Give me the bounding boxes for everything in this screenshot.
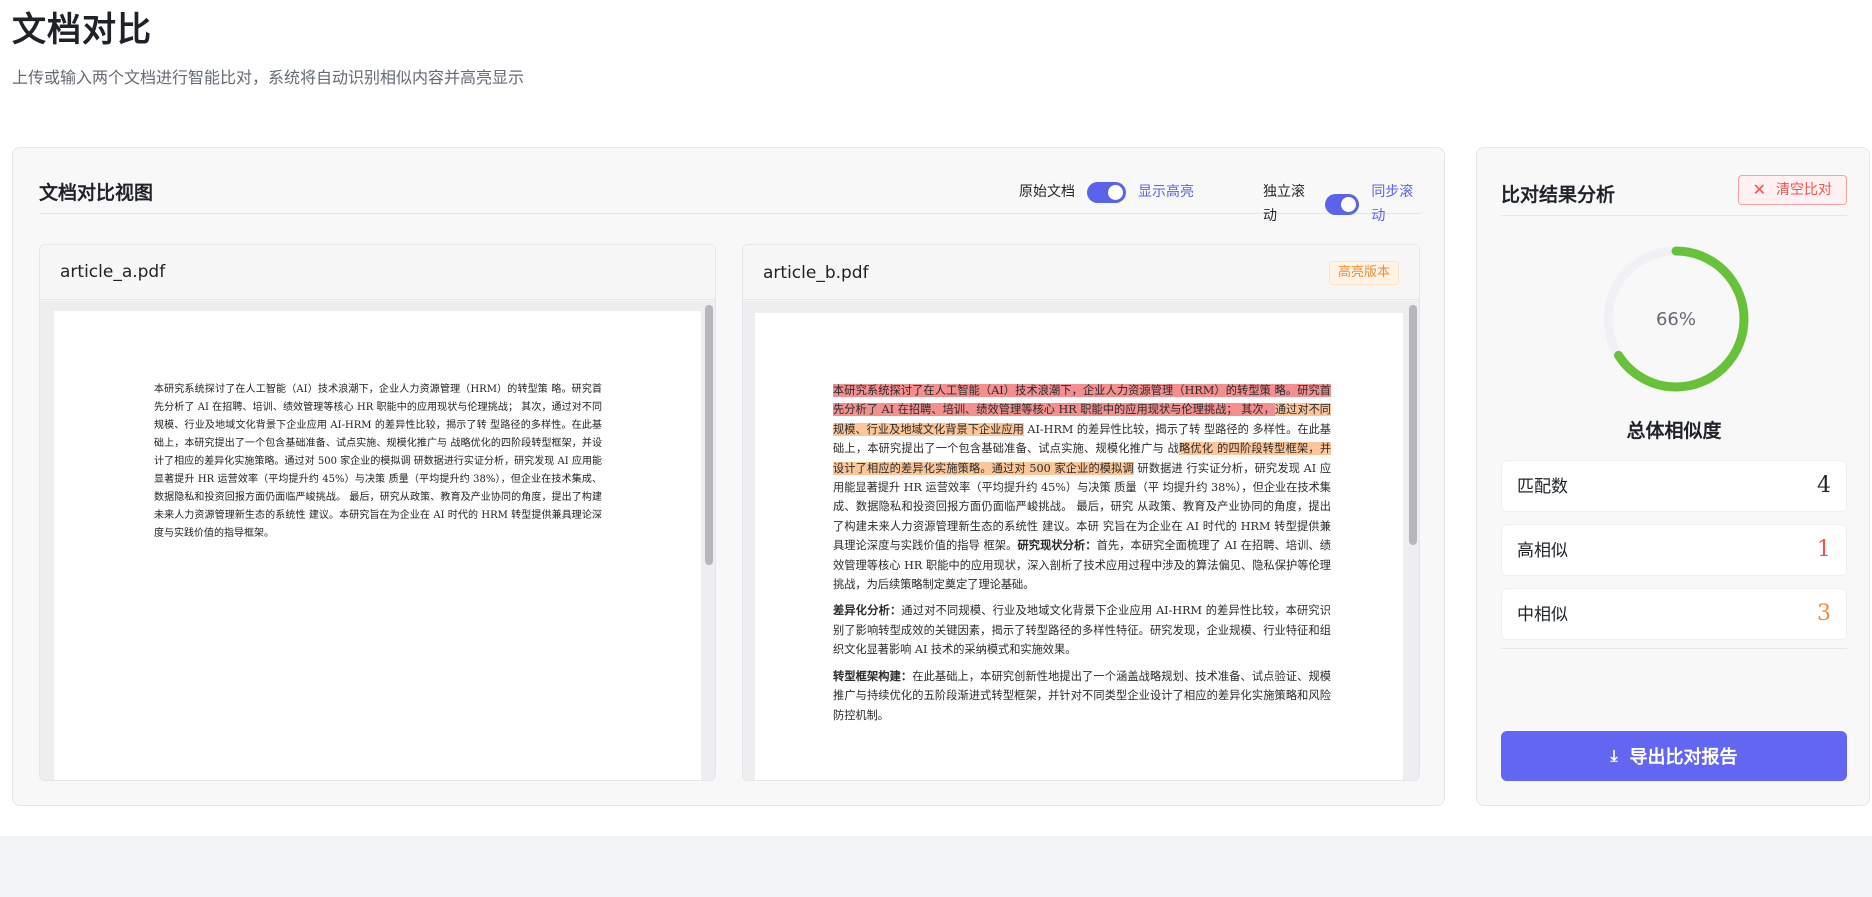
document-b-page: 本研究系统探讨了在人工智能（AI）技术浪潮下，企业人力资源管理（HRM）的转型策… bbox=[755, 313, 1403, 780]
stat-row-matches: 匹配数 4 bbox=[1501, 460, 1847, 512]
stat-label: 中相似 bbox=[1517, 605, 1568, 625]
switch-knob bbox=[1341, 196, 1357, 212]
similarity-gauge: 66% bbox=[1601, 244, 1751, 394]
independent-scroll-label: 独立滚动 bbox=[1263, 184, 1305, 224]
stat-value: 3 bbox=[1817, 601, 1831, 626]
highlight-switch[interactable] bbox=[1087, 181, 1126, 203]
stat-label: 匹配数 bbox=[1517, 477, 1568, 497]
clear-compare-button[interactable]: ✕ 清空比对 bbox=[1737, 175, 1847, 205]
section-heading: 研究现状分析： bbox=[1017, 538, 1097, 553]
show-highlight-label: 显示高亮 bbox=[1138, 184, 1194, 200]
section-heading: 差异化分析： bbox=[833, 603, 902, 618]
document-a-scrollbar[interactable] bbox=[705, 305, 713, 565]
highlight-toggle-group: 原始文档 显示高亮 bbox=[1019, 180, 1194, 204]
stat-row-medium-similarity: 中相似 3 bbox=[1501, 588, 1847, 640]
clear-compare-label: 清空比对 bbox=[1776, 182, 1832, 198]
compare-view-header: 文档对比视图 原始文档 显示高亮 独立滚动 同步滚动 bbox=[39, 178, 1421, 224]
plain-text: 通过对不同规模、行业及地域文化背景下企业应用 AI-HRM 的差异性比较，本研究… bbox=[833, 604, 1331, 657]
original-doc-label: 原始文档 bbox=[1019, 184, 1075, 200]
document-b-viewer[interactable]: 本研究系统探讨了在人工智能（AI）技术浪潮下，企业人力资源管理（HRM）的转型策… bbox=[743, 301, 1419, 780]
results-header: 比对结果分析 ✕ 清空比对 bbox=[1501, 172, 1847, 216]
document-a-viewer[interactable]: 本研究系统探讨了在人工智能（AI）技术浪潮下，企业人力资源管理（HRM）的转型策… bbox=[40, 301, 715, 780]
highlight-version-badge: 高亮版本 bbox=[1328, 261, 1399, 285]
download-icon: ⤓ bbox=[1610, 746, 1618, 765]
document-a-page: 本研究系统探讨了在人工智能（AI）技术浪潮下，企业人力资源管理（HRM）的转型策… bbox=[54, 311, 701, 780]
document-a-filename: article_a.pdf bbox=[60, 262, 166, 282]
page-subtitle: 上传或输入两个文档进行智能比对，系统将自动识别相似内容并高亮显示 bbox=[12, 68, 525, 87]
sync-scroll-label: 同步滚动 bbox=[1371, 184, 1414, 224]
document-a-header: article_a.pdf bbox=[40, 245, 715, 300]
close-icon: ✕ bbox=[1752, 180, 1766, 199]
similarity-label: 总体相似度 bbox=[1626, 420, 1722, 442]
document-b-scrollbar[interactable] bbox=[1409, 305, 1417, 545]
page-header: 文档对比 上传或输入两个文档进行智能比对，系统将自动识别相似内容并高亮显示 bbox=[12, 8, 524, 88]
document-b-paragraph: 本研究系统探讨了在人工智能（AI）技术浪潮下，企业人力资源管理（HRM）的转型策… bbox=[833, 381, 1332, 594]
document-b-pane: article_b.pdf 高亮版本 本研究系统探讨了在人工智能（AI）技术浪潮… bbox=[742, 244, 1420, 781]
scroll-toggle-group: 独立滚动 同步滚动 bbox=[1263, 180, 1421, 228]
document-b-filename: article_b.pdf bbox=[763, 263, 869, 283]
export-report-button[interactable]: ⤓ 导出比对报告 bbox=[1501, 731, 1847, 781]
stat-value: 4 bbox=[1817, 473, 1831, 498]
section-heading: 转型框架构建： bbox=[833, 668, 913, 683]
stat-row-high-similarity: 高相似 1 bbox=[1501, 524, 1847, 576]
document-b-paragraph: 差异化分析：通过对不同规模、行业及地域文化背景下企业应用 AI-HRM 的差异性… bbox=[833, 601, 1331, 659]
document-a-text: 本研究系统探讨了在人工智能（AI）技术浪潮下，企业人力资源管理（HRM）的转型策… bbox=[154, 384, 602, 539]
compare-view-title: 文档对比视图 bbox=[39, 182, 154, 204]
document-b-header: article_b.pdf 高亮版本 bbox=[743, 245, 1419, 300]
results-panel: 比对结果分析 ✕ 清空比对 66% 总体相似度 匹配数 4 高相似 1 中相似 … bbox=[1476, 147, 1870, 806]
switch-knob bbox=[1108, 184, 1123, 200]
compare-view-panel: 文档对比视图 原始文档 显示高亮 独立滚动 同步滚动 article_a.pdf… bbox=[12, 147, 1445, 806]
stat-list: 匹配数 4 高相似 1 中相似 3 bbox=[1501, 448, 1847, 649]
sync-scroll-switch[interactable] bbox=[1324, 193, 1360, 215]
stat-label: 高相似 bbox=[1517, 541, 1568, 561]
document-a-pane: article_a.pdf 本研究系统探讨了在人工智能（AI）技术浪潮下，企业人… bbox=[39, 244, 716, 781]
export-report-label: 导出比对报告 bbox=[1629, 747, 1738, 768]
similarity-percent: 66% bbox=[1655, 308, 1696, 330]
document-b-paragraph: 转型框架构建：在此基础上，本研究创新性地提出了一个涵盖战略规划、技术准备、试点验… bbox=[833, 667, 1331, 725]
high-similarity-highlight[interactable]: 本研究系统探讨了在人工智能（AI）技术浪潮下，企业人力资源管理（HRM）的转型策… bbox=[833, 384, 1331, 417]
results-title: 比对结果分析 bbox=[1501, 184, 1616, 206]
page-footer-band bbox=[0, 836, 1872, 897]
document-b-text: 本研究系统探讨了在人工智能（AI）技术浪潮下，企业人力资源管理（HRM）的转型策… bbox=[833, 381, 1332, 732]
stat-value: 1 bbox=[1817, 537, 1831, 562]
page-title: 文档对比 bbox=[12, 10, 152, 50]
